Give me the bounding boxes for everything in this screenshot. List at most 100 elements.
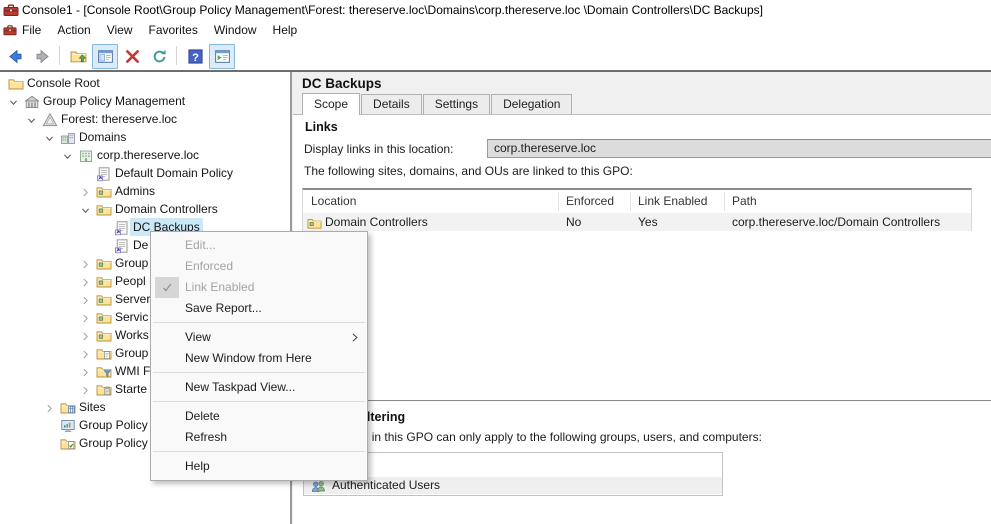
domain-icon bbox=[78, 148, 94, 164]
gpo-folder-icon bbox=[96, 346, 112, 362]
links-table: Location Enforced Link Enabled Path Domain C… bbox=[302, 188, 972, 231]
tree-item-group-policy-management[interactable]: Group Policy Management bbox=[0, 92, 290, 110]
context-menu-item-new-taskpad-view[interactable]: New Taskpad View... bbox=[151, 377, 367, 398]
results-folder-icon bbox=[60, 436, 76, 452]
security-section-divider bbox=[303, 400, 991, 402]
context-menu-item-view[interactable]: View bbox=[151, 327, 367, 348]
toolbar-separator bbox=[59, 46, 60, 65]
context-menu: Edit...EnforcedLink EnabledSave Report..… bbox=[150, 231, 368, 481]
context-menu-separator bbox=[153, 401, 365, 402]
context-menu-item-refresh[interactable]: Refresh bbox=[151, 427, 367, 448]
links-section-heading: Links bbox=[305, 120, 338, 134]
tree-item-label: Group bbox=[112, 254, 151, 272]
tree-item-label: Domains bbox=[76, 128, 129, 146]
links-table-intro: The following sites, domains, and OUs ar… bbox=[304, 164, 633, 178]
tree-item-forest-thereserve-loc[interactable]: Forest: thereserve.loc bbox=[0, 110, 290, 128]
tree-item-domain-controllers[interactable]: Domain Controllers bbox=[0, 200, 290, 218]
folder-icon bbox=[8, 76, 24, 92]
column-header-link-enabled[interactable]: Link Enabled bbox=[638, 190, 707, 213]
forest-icon bbox=[42, 112, 58, 128]
tree-item-label: De bbox=[130, 236, 151, 254]
menu-favorites[interactable]: Favorites bbox=[141, 20, 206, 41]
tree-item-label: Server bbox=[112, 290, 153, 308]
page-title: DC Backups bbox=[302, 76, 382, 91]
ou-folder-icon bbox=[96, 328, 112, 344]
context-menu-item-save-report[interactable]: Save Report... bbox=[151, 298, 367, 319]
tree-item-label: Peopl bbox=[112, 272, 149, 290]
menu-window[interactable]: Window bbox=[206, 20, 265, 41]
tab-details[interactable]: Details bbox=[361, 94, 422, 114]
window-title: Console1 - [Console Root\Group Policy Ma… bbox=[22, 0, 763, 20]
tree-item-label: Default Domain Policy bbox=[112, 164, 236, 182]
back-button[interactable] bbox=[2, 44, 28, 69]
context-menu-separator bbox=[153, 322, 365, 323]
ou-folder-icon bbox=[96, 310, 112, 326]
menu-bar: FileActionViewFavoritesWindowHelp bbox=[0, 20, 991, 41]
menu-view[interactable]: View bbox=[99, 20, 141, 41]
column-header-location[interactable]: Location bbox=[311, 190, 356, 213]
gpo-icon bbox=[96, 166, 112, 182]
column-separator bbox=[724, 192, 725, 211]
tree-item-label: Starte bbox=[112, 380, 150, 398]
gpo-icon bbox=[114, 220, 130, 236]
tree-item-label: Sites bbox=[76, 398, 109, 416]
menu-help[interactable]: Help bbox=[265, 20, 306, 41]
tree-item-admins[interactable]: Admins bbox=[0, 182, 290, 200]
refresh-button[interactable] bbox=[146, 44, 172, 69]
cell-location: Domain Controllers bbox=[325, 213, 428, 231]
tree-item-label: Console Root bbox=[24, 74, 103, 92]
tree-item-corp-thereserve-loc[interactable]: corp.thereserve.loc bbox=[0, 146, 290, 164]
console-window-play-icon bbox=[214, 48, 231, 65]
wmi-folder-icon bbox=[96, 364, 112, 380]
action-pane-button[interactable] bbox=[209, 44, 235, 69]
tree-item-domains[interactable]: Domains bbox=[0, 128, 290, 146]
context-menu-item-new-window-from-here[interactable]: New Window from Here bbox=[151, 348, 367, 369]
tree-item-label: WMI F bbox=[112, 362, 153, 380]
tree-item-label: Group bbox=[112, 344, 151, 362]
tree-item-label: Group Policy bbox=[76, 416, 151, 434]
tree-item-label: corp.thereserve.loc bbox=[94, 146, 202, 164]
tab-delegation[interactable]: Delegation bbox=[491, 94, 572, 114]
folder-up-icon bbox=[70, 48, 87, 65]
cell-link-enabled: Yes bbox=[638, 213, 658, 231]
starter-folder-icon bbox=[96, 382, 112, 398]
column-separator bbox=[558, 192, 559, 211]
ou-folder-icon bbox=[96, 292, 112, 308]
context-menu-separator bbox=[153, 451, 365, 452]
up-one-level-button[interactable] bbox=[65, 44, 91, 69]
delete-button[interactable] bbox=[119, 44, 145, 69]
details-pane-header: DC Backups ScopeDetailsSettingsDelegatio… bbox=[293, 72, 991, 115]
tab-settings[interactable]: Settings bbox=[423, 94, 490, 114]
ou-folder-icon bbox=[96, 184, 112, 200]
refresh-icon bbox=[151, 48, 168, 65]
menu-items: FileActionViewFavoritesWindowHelp bbox=[14, 20, 305, 41]
context-menu-item-delete[interactable]: Delete bbox=[151, 406, 367, 427]
tree-item-label: Domain Controllers bbox=[112, 200, 221, 218]
column-header-enforced[interactable]: Enforced bbox=[566, 190, 614, 213]
ou-folder-icon bbox=[307, 216, 322, 231]
menu-file[interactable]: File bbox=[14, 20, 49, 41]
help-button[interactable]: ? bbox=[182, 44, 208, 69]
location-dropdown[interactable]: corp.thereserve.loc bbox=[487, 139, 991, 158]
console-tree-toggle-button[interactable] bbox=[92, 44, 118, 69]
ou-folder-icon bbox=[96, 202, 112, 218]
tree-item-default-domain-policy[interactable]: Default Domain Policy bbox=[0, 164, 290, 182]
context-menu-separator bbox=[153, 372, 365, 373]
tab-scope[interactable]: Scope bbox=[302, 93, 360, 115]
cell-enforced: No bbox=[566, 213, 581, 231]
tab-strip: ScopeDetailsSettingsDelegation bbox=[302, 93, 573, 114]
forward-button[interactable] bbox=[29, 44, 55, 69]
column-header-path[interactable]: Path bbox=[732, 190, 757, 213]
tree-item-label: Works bbox=[112, 326, 152, 344]
forward-arrow-icon bbox=[34, 48, 51, 65]
ou-folder-icon bbox=[96, 274, 112, 290]
tree-item-console-root[interactable]: Console Root bbox=[0, 74, 290, 92]
context-menu-item-help[interactable]: Help bbox=[151, 456, 367, 477]
context-menu-item-link-enabled: Link Enabled bbox=[151, 277, 367, 298]
tree-item-label: Group Policy Management bbox=[40, 92, 188, 110]
menu-action[interactable]: Action bbox=[49, 20, 98, 41]
toolbar-separator bbox=[176, 46, 177, 65]
modeling-icon bbox=[60, 418, 76, 434]
toolbar: ? bbox=[0, 41, 991, 70]
table-row[interactable]: Domain ControllersNoYescorp.thereserve.l… bbox=[303, 213, 971, 231]
